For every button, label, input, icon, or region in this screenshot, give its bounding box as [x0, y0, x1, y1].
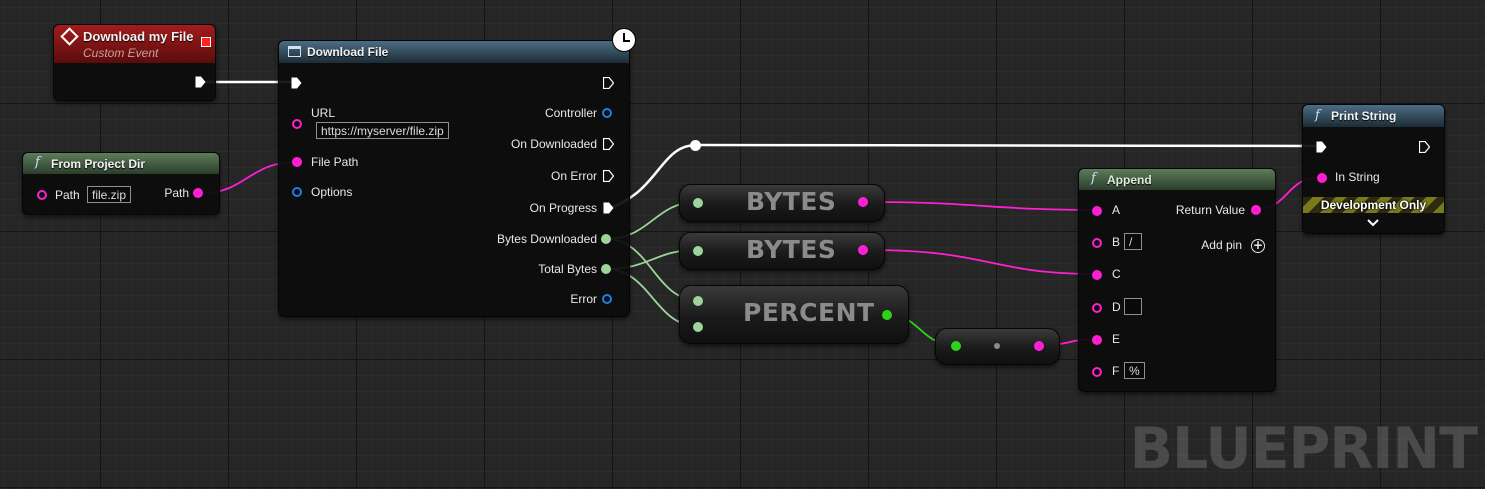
exec-then-pin[interactable] — [603, 77, 614, 89]
print-string-node[interactable]: f Print String In String Development Onl… — [1302, 104, 1445, 234]
download-file-node[interactable]: Download File URL https://myserver/file.… — [278, 40, 630, 317]
on-error-exec-pin[interactable] — [603, 170, 614, 182]
append-label-b: B — [1112, 235, 1121, 249]
float-to-string-converter[interactable] — [935, 328, 1060, 365]
append-d-field[interactable] — [1124, 298, 1142, 315]
append-pin-f[interactable] — [1092, 367, 1102, 377]
node-window-icon — [288, 46, 301, 57]
bytes-converter-node-1[interactable]: BYTES — [679, 184, 885, 222]
on-error-label: On Error — [550, 169, 597, 183]
path-output-pin[interactable] — [193, 188, 203, 198]
append-label-e: E — [1112, 332, 1121, 346]
append-f-field[interactable]: % — [1124, 362, 1145, 379]
from-project-dir-title: From Project Dir — [51, 157, 146, 171]
development-only-banner: Development Only — [1303, 197, 1444, 213]
latent-clock-icon — [612, 28, 636, 52]
download-file-title: Download File — [307, 45, 389, 59]
error-label: Error — [570, 292, 597, 306]
append-pin-e[interactable] — [1092, 335, 1102, 345]
chevron-down-icon[interactable] — [1367, 219, 1379, 227]
percent-converter-title: PERCENT — [743, 298, 875, 327]
on-progress-exec-pin[interactable] — [603, 202, 614, 214]
file-path-label: File Path — [311, 155, 359, 169]
bytes-downloaded-output-pin[interactable] — [601, 234, 611, 244]
path-input-label: Path — [55, 188, 80, 202]
controller-output-pin[interactable] — [602, 108, 612, 118]
bytes-converter-input-pin[interactable] — [693, 198, 703, 208]
url-label: URL — [311, 106, 336, 120]
bytes-downloaded-label: Bytes Downloaded — [496, 232, 597, 246]
on-progress-label: On Progress — [529, 201, 597, 215]
event-node-download-my-file[interactable]: Download my File Custom Event — [53, 24, 216, 101]
event-node-subtitle: Custom Event — [83, 46, 159, 60]
add-pin-label: Add pin — [1201, 238, 1242, 252]
path-output-label: Path — [164, 186, 189, 200]
append-title: Append — [1107, 173, 1152, 187]
append-label-a: A — [1112, 203, 1121, 217]
string-output-pin[interactable] — [1034, 341, 1044, 351]
append-label-d: D — [1112, 300, 1121, 314]
on-downloaded-label: On Downloaded — [510, 137, 597, 151]
bytes-converter-title: BYTES — [746, 235, 837, 264]
return-value-label: Return Value — [1175, 203, 1245, 217]
bytes-converter-output-pin[interactable] — [858, 197, 868, 207]
return-value-pin[interactable] — [1251, 205, 1261, 215]
print-string-title: Print String — [1331, 109, 1397, 123]
percent-input-pin-a[interactable] — [693, 296, 703, 306]
converter-dot-icon — [994, 343, 1000, 349]
delegate-pin-icon[interactable] — [201, 37, 211, 47]
append-b-field[interactable]: / — [1124, 233, 1142, 250]
options-label: Options — [311, 185, 353, 199]
from-project-dir-node[interactable]: f From Project Dir Path file.zip Path — [22, 152, 220, 215]
exec-out-pin[interactable] — [195, 76, 206, 88]
total-bytes-label: Total Bytes — [538, 262, 597, 276]
append-node[interactable]: f Append A B / C D E F % Return Value Ad… — [1078, 168, 1276, 392]
add-pin-icon[interactable]: + — [1251, 239, 1265, 253]
options-input-pin[interactable] — [292, 187, 302, 197]
total-bytes-output-pin[interactable] — [601, 264, 611, 274]
append-pin-c[interactable] — [1092, 270, 1102, 280]
percent-output-pin[interactable] — [882, 310, 892, 320]
url-input-field[interactable]: https://myserver/file.zip — [316, 122, 449, 139]
blueprint-watermark: BLUEPRINT — [1129, 416, 1478, 482]
exec-in-pin[interactable] — [1316, 141, 1327, 153]
append-pin-a[interactable] — [1092, 206, 1102, 216]
controller-label: Controller — [544, 106, 597, 120]
function-icon: f — [35, 155, 40, 170]
in-string-pin[interactable] — [1317, 173, 1327, 183]
path-input-field[interactable]: file.zip — [87, 186, 132, 203]
function-icon: f — [1091, 171, 1096, 186]
bytes-converter-output-pin[interactable] — [858, 245, 868, 255]
percent-converter-node[interactable]: PERCENT — [679, 285, 909, 344]
function-icon: f — [1315, 108, 1320, 123]
exec-out-pin[interactable] — [1419, 141, 1430, 153]
path-input-pin[interactable] — [37, 190, 47, 200]
append-pin-d[interactable] — [1092, 303, 1102, 313]
bytes-converter-title: BYTES — [746, 187, 837, 216]
append-label-f: F — [1112, 364, 1120, 378]
append-label-c: C — [1112, 267, 1121, 281]
exec-in-pin[interactable] — [291, 77, 302, 89]
event-node-title: Download my File — [83, 29, 194, 44]
reroute-knot[interactable] — [690, 140, 701, 151]
on-downloaded-exec-pin[interactable] — [603, 138, 614, 150]
in-string-label: In String — [1335, 170, 1380, 184]
file-path-input-pin[interactable] — [292, 157, 302, 167]
percent-input-pin-b[interactable] — [693, 322, 703, 332]
bytes-converter-input-pin[interactable] — [693, 246, 703, 256]
float-input-pin[interactable] — [951, 341, 961, 351]
error-output-pin[interactable] — [602, 294, 612, 304]
url-input-pin[interactable] — [292, 119, 302, 129]
append-pin-b[interactable] — [1092, 238, 1102, 248]
bytes-converter-node-2[interactable]: BYTES — [679, 232, 885, 270]
